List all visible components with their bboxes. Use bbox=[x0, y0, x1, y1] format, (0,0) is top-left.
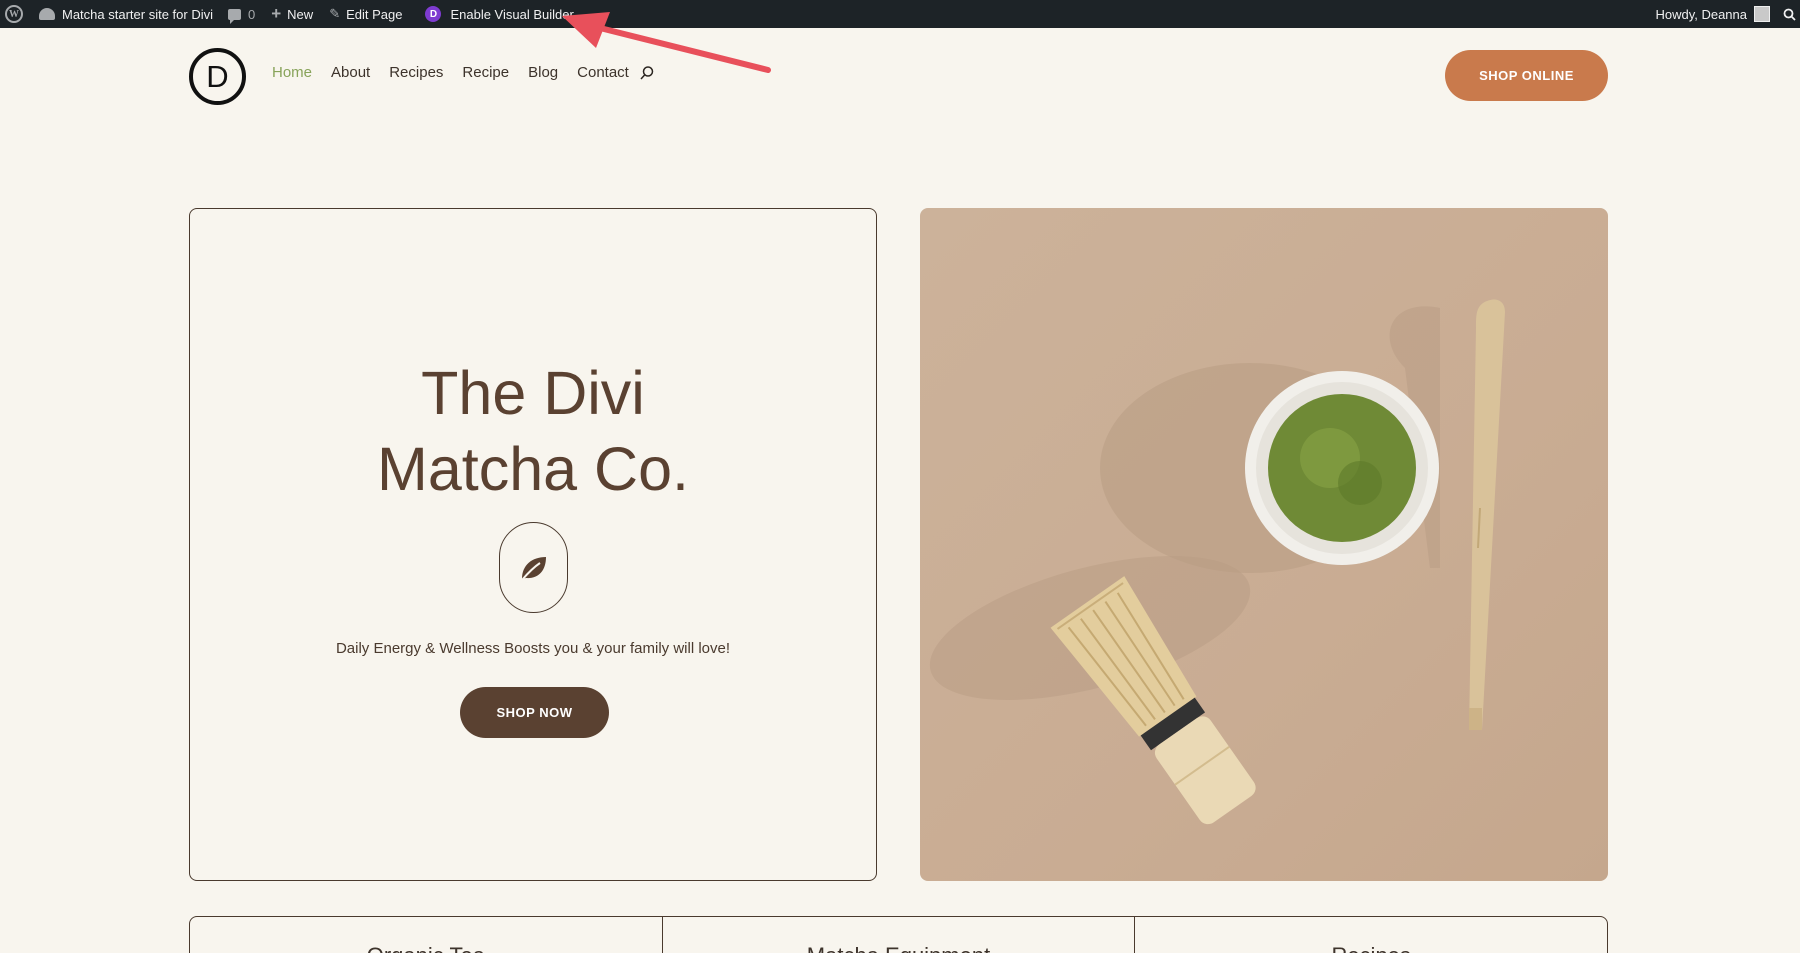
shop-online-button[interactable]: SHOP ONLINE bbox=[1445, 50, 1608, 101]
category-recipes[interactable]: Recipes bbox=[1135, 917, 1607, 953]
hero-tagline: Daily Energy & Wellness Boosts you & you… bbox=[335, 640, 731, 657]
visual-builder-label: Enable Visual Builder bbox=[450, 6, 574, 22]
hero-title: The Divi Matcha Co. bbox=[190, 355, 876, 507]
nav-contact[interactable]: Contact bbox=[577, 64, 629, 81]
wp-logo-menu[interactable]: W bbox=[0, 0, 29, 28]
main-nav: Home About Recipes Recipe Blog Contact bbox=[272, 64, 655, 81]
my-account-menu[interactable]: Howdy, Deanna bbox=[1647, 0, 1778, 28]
comments-link[interactable]: 0 bbox=[221, 0, 263, 28]
site-name-link[interactable]: Matcha starter site for Divi bbox=[29, 0, 221, 28]
new-content-link[interactable]: + New bbox=[263, 0, 321, 28]
wordpress-icon: W bbox=[5, 5, 23, 23]
admin-bar-right: Howdy, Deanna bbox=[1647, 0, 1800, 28]
matcha-illustration bbox=[929, 299, 1505, 825]
hero-card: The Divi Matcha Co. Daily Energy & Welln… bbox=[189, 208, 877, 881]
avatar bbox=[1754, 6, 1770, 22]
divi-icon: D bbox=[425, 6, 442, 22]
dashboard-icon bbox=[39, 8, 55, 20]
shop-now-button[interactable]: SHOP NOW bbox=[460, 687, 609, 738]
logo-letter: D bbox=[206, 58, 229, 94]
hero-title-line-2: Matcha Co. bbox=[377, 435, 689, 503]
category-matcha-equipment[interactable]: Matcha Equipment bbox=[663, 917, 1136, 953]
leaf-icon bbox=[520, 556, 546, 581]
comment-icon bbox=[228, 8, 241, 24]
admin-bar: W Matcha starter site for Divi 0 + New ✎… bbox=[0, 0, 1800, 28]
search-icon bbox=[1783, 8, 1796, 21]
site-logo[interactable]: D bbox=[189, 48, 246, 105]
new-label: New bbox=[287, 6, 314, 22]
search-icon bbox=[640, 65, 654, 80]
category-strip: Organic Tea Matcha Equipment Recipes bbox=[189, 916, 1608, 953]
nav-about[interactable]: About bbox=[331, 64, 370, 81]
nav-recipes[interactable]: Recipes bbox=[389, 64, 443, 81]
plus-icon: + bbox=[271, 4, 282, 23]
site-name: Matcha starter site for Divi bbox=[62, 6, 213, 22]
admin-search-button[interactable] bbox=[1778, 0, 1800, 28]
nav-recipe[interactable]: Recipe bbox=[462, 64, 509, 81]
edit-page-link[interactable]: ✎ Edit Page bbox=[321, 0, 410, 28]
edit-page-label: Edit Page bbox=[346, 6, 403, 22]
nav-blog[interactable]: Blog bbox=[528, 64, 558, 81]
howdy-label: Howdy, Deanna bbox=[1655, 6, 1747, 22]
leaf-badge bbox=[499, 522, 568, 613]
admin-bar-left: W Matcha starter site for Divi 0 + New ✎… bbox=[0, 0, 582, 28]
enable-visual-builder-link[interactable]: D Enable Visual Builder bbox=[410, 0, 581, 28]
comment-count: 0 bbox=[248, 6, 256, 22]
hero-image bbox=[920, 208, 1608, 881]
pencil-icon: ✎ bbox=[329, 6, 341, 21]
hero-title-line-1: The Divi bbox=[421, 359, 645, 427]
category-organic-tea[interactable]: Organic Tea bbox=[190, 917, 663, 953]
nav-home[interactable]: Home bbox=[272, 64, 312, 81]
nav-search-button[interactable] bbox=[639, 65, 655, 81]
